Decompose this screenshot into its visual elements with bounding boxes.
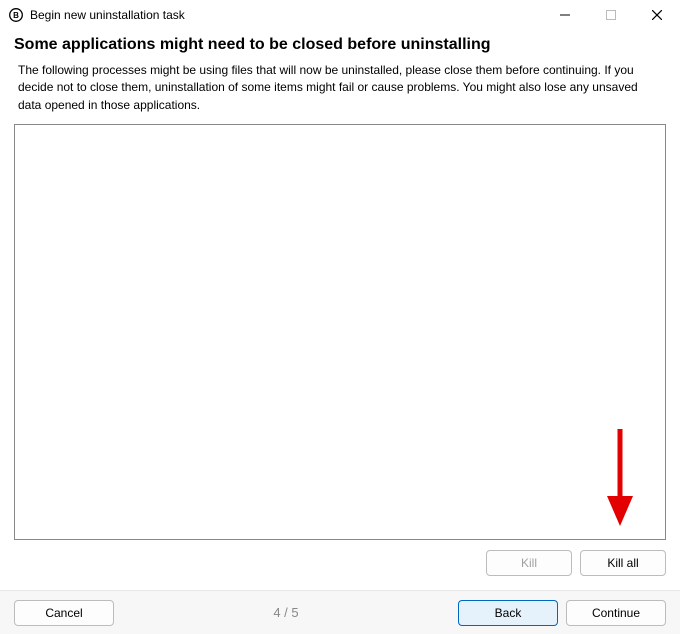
page-heading: Some applications might need to be close… xyxy=(14,36,666,54)
step-indicator: 4 / 5 xyxy=(114,605,458,620)
maximize-button xyxy=(588,0,634,30)
footer-right: Back Continue xyxy=(458,600,666,626)
kill-button-row: Kill Kill all xyxy=(14,550,666,576)
process-list[interactable] xyxy=(14,124,666,540)
content-area: Some applications might need to be close… xyxy=(0,30,680,576)
continue-button[interactable]: Continue xyxy=(566,600,666,626)
footer-left: Cancel xyxy=(14,600,114,626)
minimize-button[interactable] xyxy=(542,0,588,30)
window-controls xyxy=(542,0,680,29)
page-description: The following processes might be using f… xyxy=(14,62,666,114)
app-icon: B xyxy=(8,7,24,23)
kill-all-button[interactable]: Kill all xyxy=(580,550,666,576)
kill-button[interactable]: Kill xyxy=(486,550,572,576)
cancel-button[interactable]: Cancel xyxy=(14,600,114,626)
back-button[interactable]: Back xyxy=(458,600,558,626)
wizard-footer: Cancel 4 / 5 Back Continue xyxy=(0,590,680,634)
window-title: Begin new uninstallation task xyxy=(30,8,542,22)
svg-text:B: B xyxy=(13,11,19,20)
titlebar: B Begin new uninstallation task xyxy=(0,0,680,30)
close-button[interactable] xyxy=(634,0,680,30)
